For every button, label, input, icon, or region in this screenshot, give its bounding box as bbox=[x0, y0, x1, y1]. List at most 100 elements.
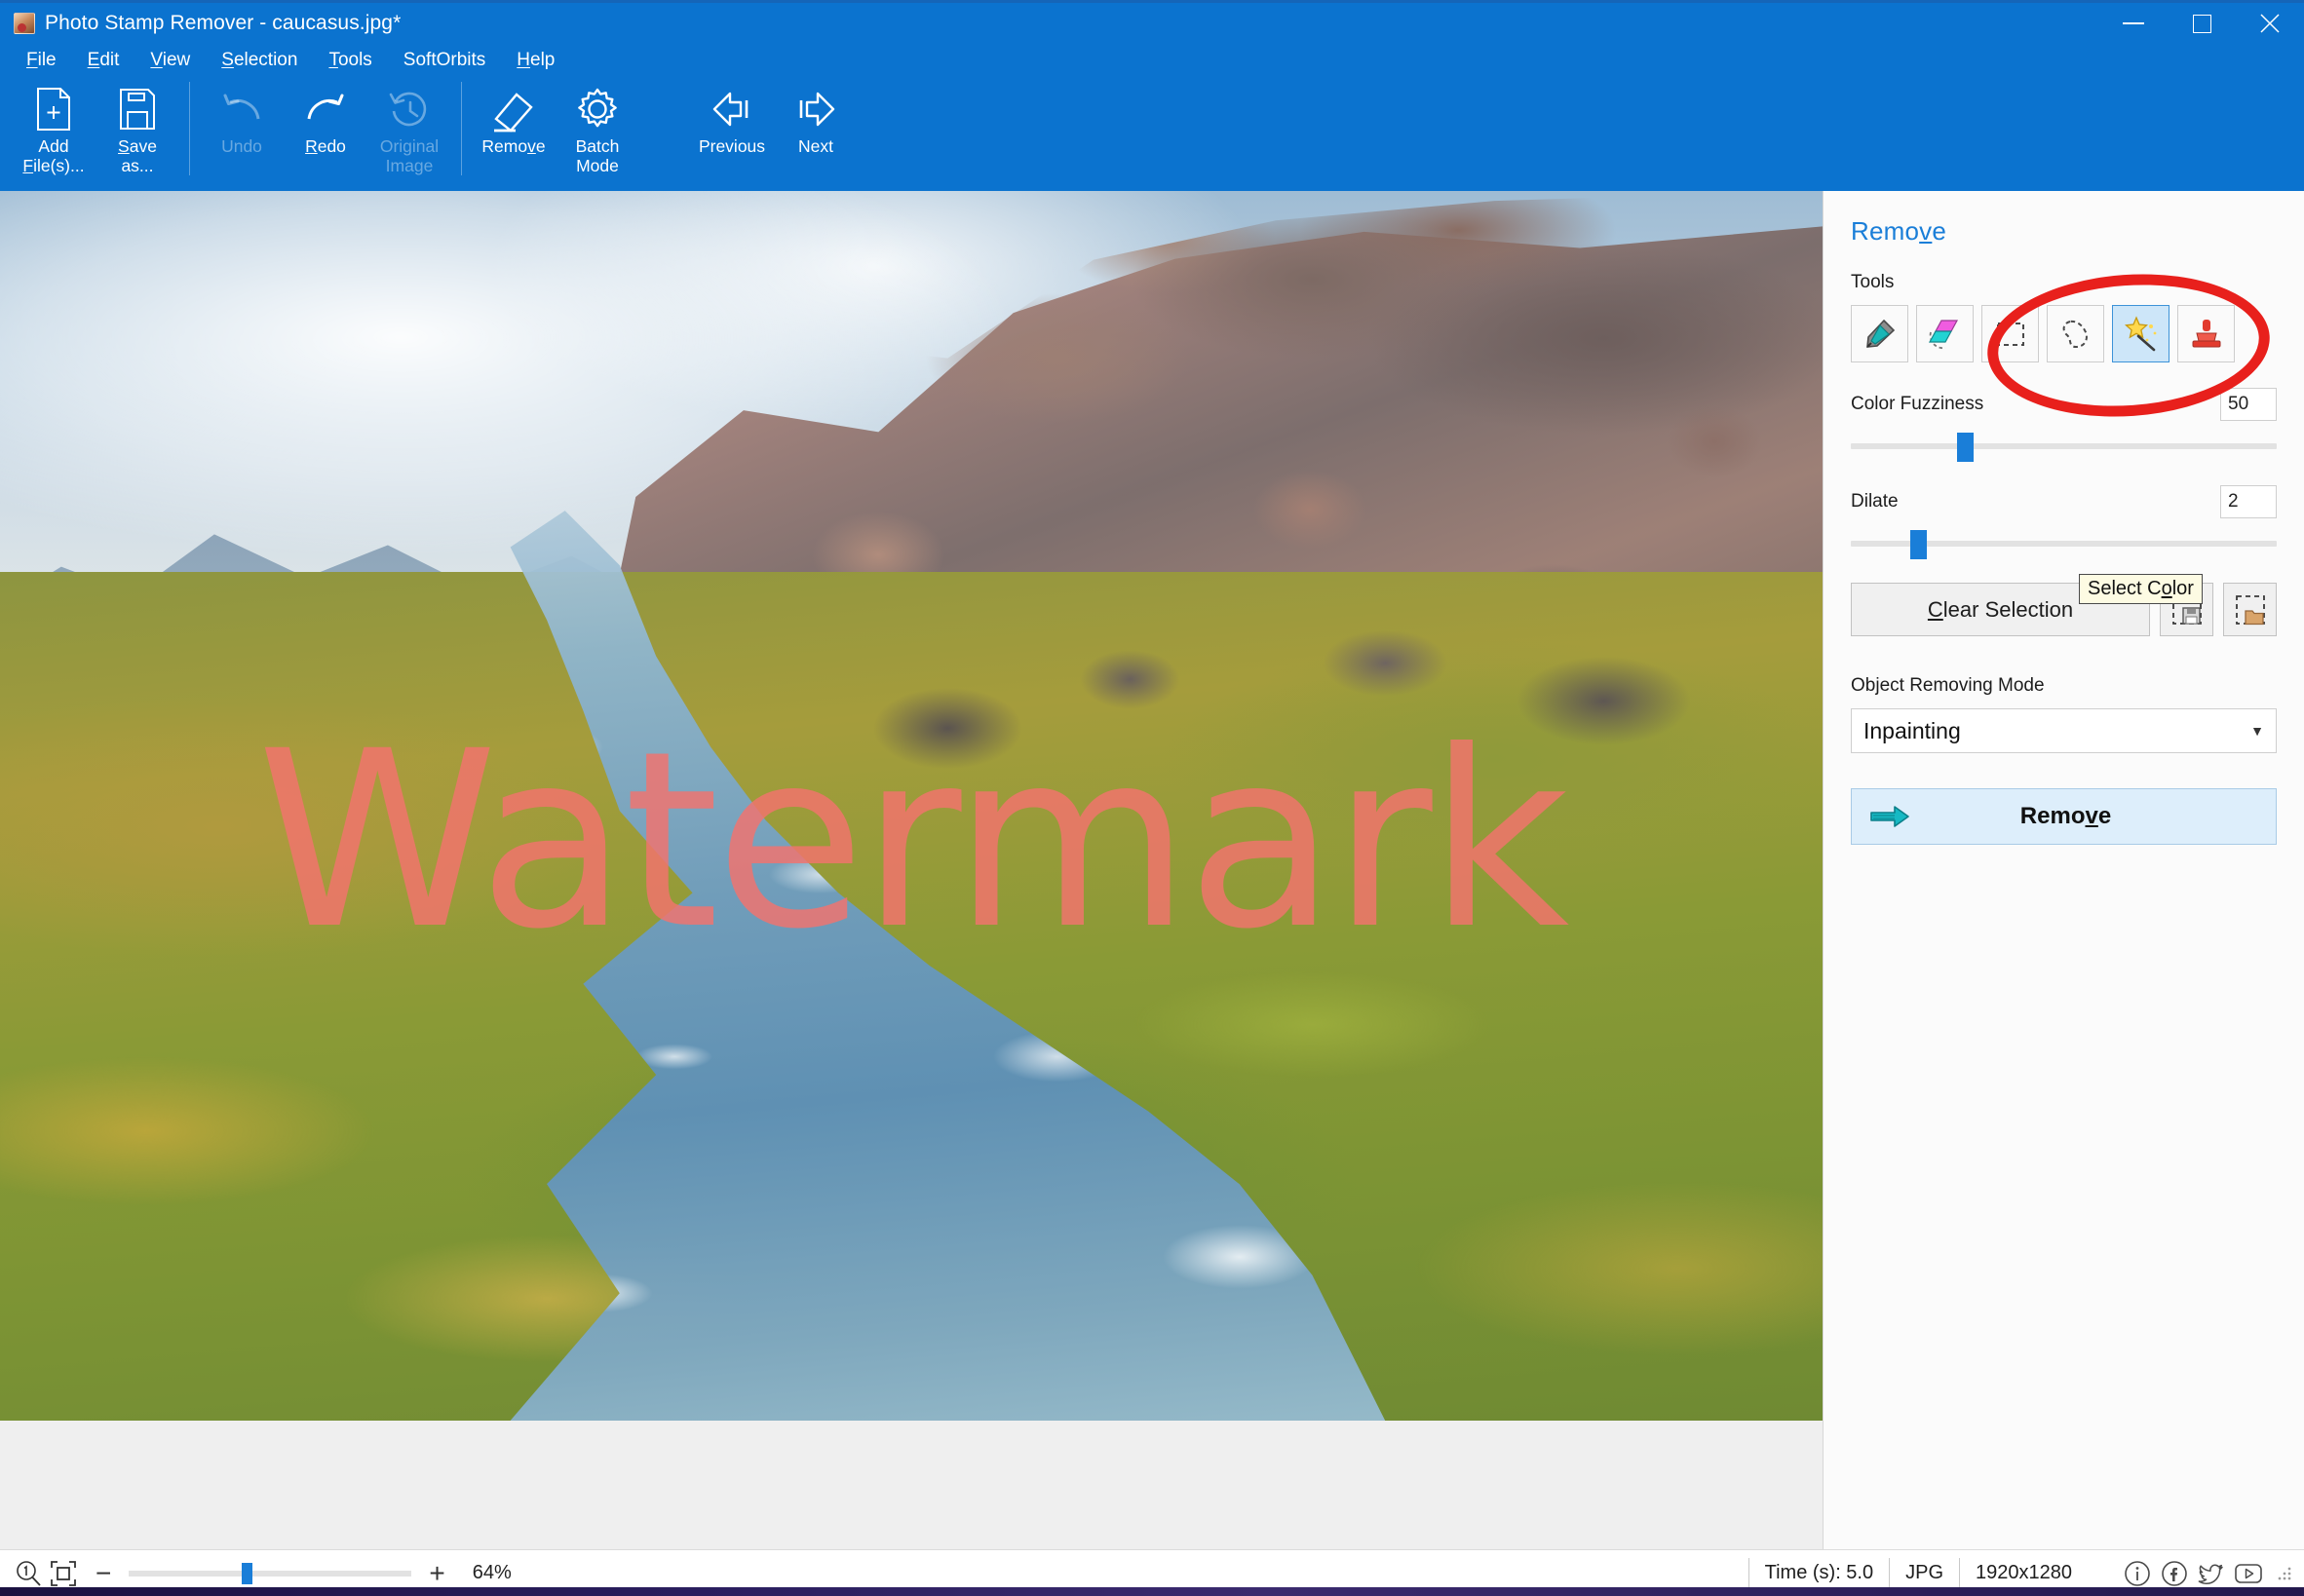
color-fuzziness-slider[interactable] bbox=[1851, 429, 2277, 464]
color-fuzziness-row: Color Fuzziness 50 bbox=[1851, 388, 2277, 421]
toolbar-separator-2 bbox=[461, 82, 462, 175]
close-icon bbox=[2260, 14, 2280, 33]
tool-stamp-button[interactable] bbox=[2177, 305, 2235, 362]
dilate-slider[interactable] bbox=[1851, 526, 2277, 561]
youtube-icon bbox=[2235, 1563, 2262, 1583]
tool-magic-wand-button[interactable] bbox=[2112, 305, 2170, 362]
title-bar: Photo Stamp Remover - caucasus.jpg* bbox=[0, 0, 2304, 44]
youtube-button[interactable] bbox=[2232, 1557, 2265, 1590]
application-window: Photo Stamp Remover - caucasus.jpg* File… bbox=[0, 0, 2304, 1596]
arrow-right-bar-icon bbox=[792, 84, 839, 134]
tool-marker-button[interactable] bbox=[1851, 305, 1908, 362]
rectangle-select-icon bbox=[1996, 322, 2024, 346]
fit-to-window-icon bbox=[51, 1560, 76, 1586]
maximize-icon bbox=[2192, 14, 2211, 33]
toolbar-undo-label: Undo bbox=[221, 136, 262, 156]
arrow-left-bar-icon bbox=[709, 84, 755, 134]
object-removing-mode-select[interactable]: Inpainting ▼ bbox=[1851, 708, 2277, 753]
facebook-button[interactable] bbox=[2158, 1557, 2191, 1590]
resize-grip[interactable] bbox=[2277, 1565, 2292, 1581]
toolbar-add-files-button[interactable]: Add File(s)... bbox=[12, 76, 96, 183]
toolbar-original-image-label: Original Image bbox=[379, 136, 440, 175]
save-icon bbox=[117, 84, 158, 134]
selection-actions-row: Clear Selection bbox=[1851, 583, 2277, 636]
tool-eraser-button[interactable] bbox=[1916, 305, 1974, 362]
toolbar-next-button[interactable]: Next bbox=[774, 76, 858, 183]
zoom-slider-track bbox=[129, 1570, 412, 1577]
work-area: Watermark Remove Tools Color Fuzziness 5… bbox=[0, 191, 2304, 1549]
toolbar-previous-label: Previous bbox=[698, 136, 766, 156]
zoom-in-button[interactable]: + bbox=[417, 1559, 456, 1587]
zoom-actual-size-button[interactable] bbox=[14, 1559, 43, 1588]
color-fuzziness-label: Color Fuzziness bbox=[1851, 394, 1984, 414]
window-title: Photo Stamp Remover - caucasus.jpg* bbox=[45, 12, 402, 34]
status-dimensions: 1920x1280 bbox=[1959, 1557, 2088, 1589]
toolbar-original-image-button[interactable]: Original Image bbox=[367, 76, 451, 183]
menu-item-tools[interactable]: Tools bbox=[318, 47, 382, 74]
twitter-button[interactable] bbox=[2195, 1557, 2228, 1590]
fit-to-window-button[interactable] bbox=[49, 1559, 78, 1588]
redo-icon bbox=[302, 84, 349, 134]
marker-pen-icon bbox=[1865, 319, 1895, 348]
toolbar-batch-mode-button[interactable]: Batch Mode bbox=[556, 76, 639, 183]
toolbar-remove-button[interactable]: Remove bbox=[472, 76, 556, 183]
history-clock-icon bbox=[386, 84, 433, 134]
toolbar-remove-label: Remove bbox=[481, 136, 546, 156]
menu-item-edit[interactable]: Edit bbox=[77, 47, 131, 74]
twitter-icon bbox=[2198, 1564, 2223, 1584]
select-color-tooltip: Select Color bbox=[2079, 574, 2203, 604]
menu-item-help[interactable]: Help bbox=[506, 47, 565, 74]
tool-rectangle-select-button[interactable] bbox=[1981, 305, 2039, 362]
social-links bbox=[2121, 1557, 2265, 1590]
remove-action-label: Remove bbox=[2019, 803, 2112, 829]
minimize-button[interactable] bbox=[2099, 2, 2168, 46]
zoom-slider[interactable] bbox=[129, 1561, 412, 1586]
tools-section-label: Tools bbox=[1851, 272, 1895, 292]
tool-lasso-select-button[interactable] bbox=[2047, 305, 2104, 362]
zoom-out-button[interactable]: − bbox=[84, 1559, 123, 1587]
toolbar-save-as-label: Save as... bbox=[118, 136, 157, 175]
remove-action-button[interactable]: Remove bbox=[1851, 788, 2277, 845]
color-fuzziness-thumb[interactable] bbox=[1957, 433, 1975, 462]
zoom-level-value: 64% bbox=[472, 1562, 512, 1583]
menu-item-file[interactable]: File bbox=[16, 47, 67, 74]
undo-icon bbox=[218, 84, 265, 134]
load-selection-icon bbox=[2235, 594, 2265, 625]
zoom-slider-thumb[interactable] bbox=[242, 1562, 253, 1584]
toolbar-undo-button[interactable]: Undo bbox=[200, 76, 284, 183]
photo-preview[interactable]: Watermark bbox=[0, 191, 1823, 1421]
toolbar-save-as-button[interactable]: Save as... bbox=[96, 76, 179, 183]
window-controls bbox=[2099, 2, 2304, 46]
menu-item-selection[interactable]: Selection bbox=[211, 47, 308, 74]
toolbar: Add File(s)... Save as... Undo Redo Orig… bbox=[0, 76, 2304, 191]
object-removing-mode-label: Object Removing Mode bbox=[1851, 675, 2045, 696]
maximize-button[interactable] bbox=[2168, 2, 2236, 46]
arrow-right-icon bbox=[1870, 806, 1909, 827]
toolbar-redo-button[interactable]: Redo bbox=[284, 76, 367, 183]
dilate-value[interactable]: 2 bbox=[2220, 485, 2277, 518]
magic-wand-icon bbox=[2124, 315, 2156, 351]
dilate-thumb[interactable] bbox=[1910, 530, 1928, 559]
menu-bar: File Edit View Selection Tools SoftOrbit… bbox=[0, 44, 2304, 76]
info-button[interactable] bbox=[2121, 1557, 2154, 1590]
dilate-row: Dilate 2 bbox=[1851, 485, 2277, 518]
lasso-select-icon bbox=[2062, 320, 2088, 348]
color-fuzziness-value[interactable]: 50 bbox=[2220, 388, 2277, 421]
status-time: Time (s): 5.0 bbox=[1747, 1557, 1890, 1589]
menu-item-view[interactable]: View bbox=[139, 47, 201, 74]
toolbar-previous-button[interactable]: Previous bbox=[690, 76, 774, 183]
eraser-icon bbox=[490, 84, 537, 134]
eraser-tool-icon bbox=[1928, 319, 1958, 349]
panel-title: Remove bbox=[1851, 216, 1947, 246]
load-selection-button[interactable] bbox=[2223, 583, 2277, 636]
object-removing-mode-value: Inpainting bbox=[1863, 717, 1961, 743]
close-button[interactable] bbox=[2236, 2, 2304, 46]
menu-item-softorbits[interactable]: SoftOrbits bbox=[393, 47, 496, 74]
status-format: JPG bbox=[1889, 1557, 1959, 1589]
info-icon bbox=[2125, 1560, 2150, 1586]
dilate-label: Dilate bbox=[1851, 491, 1899, 512]
photo-boulders-layer bbox=[0, 609, 1823, 880]
add-file-icon bbox=[33, 84, 74, 134]
remove-panel: Remove Tools Color Fuzziness 50 Dilate 2… bbox=[1823, 191, 2304, 1549]
image-canvas[interactable]: Watermark bbox=[0, 191, 1823, 1549]
